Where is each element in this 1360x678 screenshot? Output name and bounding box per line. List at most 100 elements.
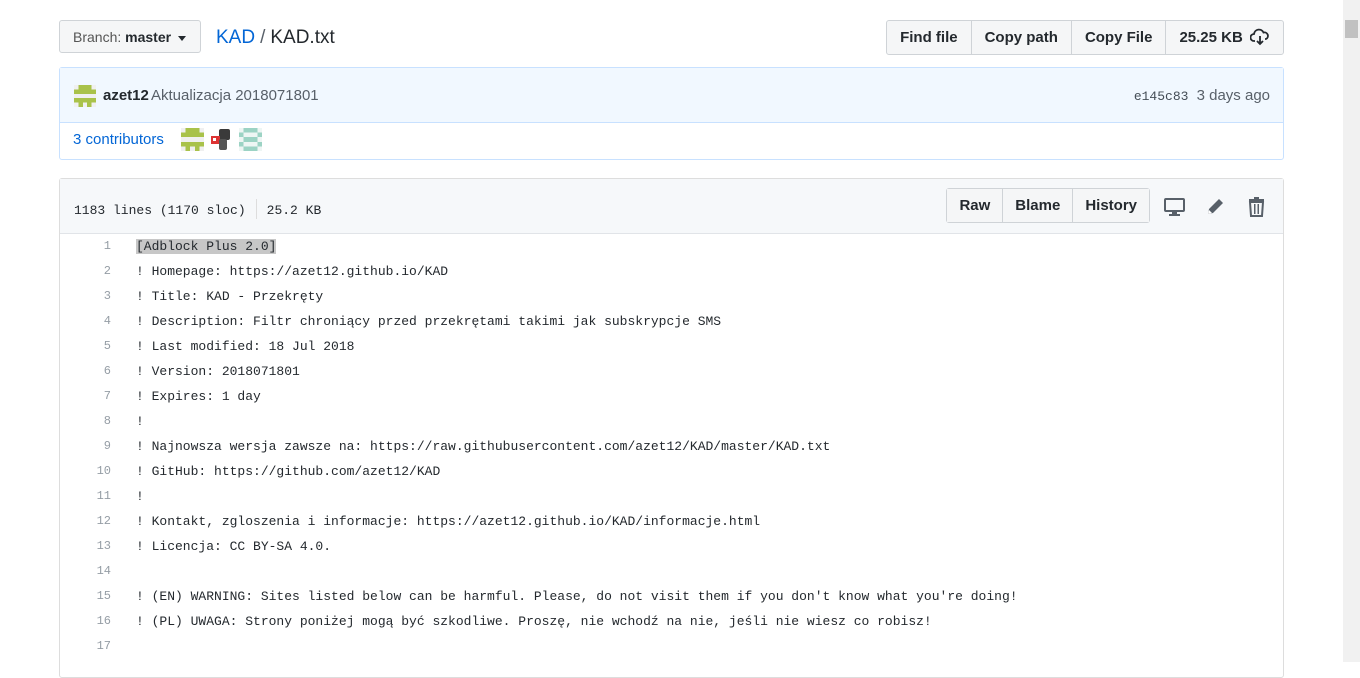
contributor-avatar[interactable] — [210, 128, 233, 151]
contributors-label: contributors — [85, 131, 164, 148]
contributors-link[interactable]: 3 contributors — [73, 131, 164, 148]
line-number[interactable]: 15 — [60, 584, 111, 609]
line-number[interactable]: 4 — [60, 309, 111, 334]
breadcrumb-repo-link[interactable]: KAD — [216, 27, 255, 48]
line-text: ! Expires: 1 day — [136, 389, 261, 404]
line-number[interactable]: 8 — [60, 409, 111, 434]
line-text: ! Description: Filtr chroniący przed prz… — [136, 314, 722, 329]
commit-author-link[interactable]: azet12 — [103, 87, 149, 104]
download-button[interactable]: 25.25 KB — [1165, 21, 1283, 54]
contributor-avatar[interactable] — [239, 128, 262, 151]
file-view-buttons: Raw Blame History — [946, 188, 1150, 223]
line-text: ! Najnowsza wersja zawsze na: https://ra… — [136, 439, 831, 454]
line-content: ! GitHub: https://github.com/azet12/KAD — [136, 459, 440, 484]
line-content: ! — [136, 409, 144, 434]
line-content: ! Najnowsza wersja zawsze na: https://ra… — [136, 434, 830, 459]
line-content: ! (EN) WARNING: Sites listed below can b… — [136, 584, 1018, 609]
line-number[interactable]: 10 — [60, 459, 111, 484]
file-info: 1183 lines (1170 sloc) 25.2 KB — [74, 199, 321, 219]
line-text: ! GitHub: https://github.com/azet12/KAD — [136, 464, 441, 479]
contributors-number: 3 — [73, 131, 82, 148]
line-number[interactable]: 2 — [60, 259, 111, 284]
raw-button[interactable]: Raw — [947, 189, 1003, 222]
history-button[interactable]: History — [1072, 189, 1149, 222]
line-text: ! — [136, 489, 144, 504]
branch-label: Branch: — [73, 29, 122, 45]
file-action-buttons: Find file Copy path Copy File 25.25 KB — [886, 20, 1284, 55]
file-size: 25.2 KB — [266, 203, 322, 218]
file-info-divider — [255, 199, 257, 219]
line-content: ! (PL) UWAGA: Strony poniżej mogą być sz… — [136, 609, 932, 634]
line-number[interactable]: 11 — [60, 484, 111, 509]
commit-message-link[interactable]: Aktualizacja 2018071801 — [151, 87, 319, 104]
contributors-count[interactable]: 3 contributors — [73, 131, 164, 148]
branch-name: master — [125, 29, 172, 45]
code-line: 16 ! (PL) UWAGA: Strony poniżej mogą być … — [60, 609, 1283, 634]
contributor-avatars — [181, 128, 262, 151]
line-text: ! Licencja: CC BY-SA 4.0. — [136, 539, 332, 554]
breadcrumb: KAD / KAD.txt — [216, 20, 335, 56]
caret-down-icon — [177, 35, 186, 41]
line-number[interactable]: 1 — [60, 234, 111, 259]
line-number[interactable]: 6 — [60, 359, 111, 384]
commit-tease: azet12 Aktualizacja 2018071801 e145c83 3… — [59, 67, 1284, 160]
line-text: [Adblock Plus 2.0] — [136, 239, 277, 254]
author-avatar[interactable] — [74, 85, 96, 107]
line-content: [Adblock Plus 2.0] — [136, 234, 277, 259]
download-size: 25.25 KB — [1179, 29, 1243, 46]
file-line-count: 1183 lines (1170 sloc) — [74, 203, 246, 218]
line-number[interactable]: 13 — [60, 534, 111, 559]
code-table: 1 [Adblock Plus 2.0] 2 ! Homepage: https://… — [60, 234, 1283, 659]
code-line: 11! — [60, 484, 1283, 509]
line-number[interactable]: 3 — [60, 284, 111, 309]
code-line: 4 ! Description: Filtr chroniący przed pr… — [60, 309, 1283, 334]
branch-select-button[interactable]: Branch: master — [59, 20, 201, 53]
breadcrumb-separator: / — [260, 27, 266, 48]
line-content: ! Last modified: 18 Jul 2018 — [136, 334, 354, 359]
code-line: 7 ! Expires: 1 day — [60, 384, 1283, 409]
line-number[interactable]: 17 — [60, 634, 111, 659]
code-line: 9 ! Najnowsza wersja zawsze na: https://r… — [60, 434, 1283, 459]
contributor-avatar[interactable] — [181, 128, 204, 151]
line-number[interactable]: 9 — [60, 434, 111, 459]
file-header: 1183 lines (1170 sloc) 25.2 KB Raw Blame … — [60, 179, 1283, 234]
file-icon-actions — [1164, 196, 1267, 217]
pencil-icon[interactable] — [1205, 196, 1226, 217]
line-text: ! Version: 2018071801 — [136, 364, 300, 379]
copy-path-button[interactable]: Copy path — [970, 21, 1071, 54]
file-navigation: Branch: master KAD / KAD.txt Find file Cop… — [59, 20, 1284, 55]
code-line: 12 ! Kontakt, zgloszenia i informacje: ht… — [60, 509, 1283, 534]
code-line: 14 — [60, 559, 1283, 584]
line-content: ! Licencja: CC BY-SA 4.0. — [136, 534, 331, 559]
line-number[interactable]: 7 — [60, 384, 111, 409]
line-content: ! Title: KAD - Przekręty — [136, 284, 323, 309]
code-line: 6 ! Version: 2018071801 — [60, 359, 1283, 384]
find-file-button[interactable]: Find file — [887, 21, 971, 54]
code-line: 3 ! Title: KAD - Przekręty — [60, 284, 1283, 309]
code-line: 15 ! (EN) WARNING: Sites listed below can… — [60, 584, 1283, 609]
code-line: 13 ! Licencja: CC BY-SA 4.0. — [60, 534, 1283, 559]
desktop-icon[interactable] — [1164, 196, 1185, 217]
scrollbar-thumb[interactable] — [1345, 20, 1358, 38]
commit-meta: e145c83 3 days ago — [1134, 87, 1270, 104]
code-line: 5 ! Last modified: 18 Jul 2018 — [60, 334, 1283, 359]
code-line: 17 — [60, 634, 1283, 659]
line-content: ! Kontakt, zgloszenia i informacje: http… — [136, 509, 760, 534]
line-text: ! Kontakt, zgloszenia i informacje: http… — [136, 514, 761, 529]
line-content: ! Expires: 1 day — [136, 384, 261, 409]
commit-sha-link[interactable]: e145c83 — [1134, 89, 1189, 104]
blame-button[interactable]: Blame — [1002, 189, 1073, 222]
line-text: ! (PL) UWAGA: Strony poniżej mogą być sz… — [136, 614, 932, 629]
line-number[interactable]: 5 — [60, 334, 111, 359]
line-number[interactable]: 16 — [60, 609, 111, 634]
line-number[interactable]: 14 — [60, 559, 111, 584]
code-line: 2 ! Homepage: https://azet12.github.io/KA… — [60, 259, 1283, 284]
page-scrollbar[interactable] — [1343, 0, 1360, 662]
trash-icon[interactable] — [1246, 196, 1267, 217]
copy-file-button[interactable]: Copy File — [1070, 21, 1166, 54]
code-line: 10 ! GitHub: https://github.com/azet12/KA… — [60, 459, 1283, 484]
line-text: ! (EN) WARNING: Sites listed below can b… — [136, 589, 1018, 604]
file-content-box: 1183 lines (1170 sloc) 25.2 KB Raw Blame … — [59, 178, 1284, 678]
latest-commit: azet12 Aktualizacja 2018071801 e145c83 3… — [60, 68, 1283, 123]
line-number[interactable]: 12 — [60, 509, 111, 534]
